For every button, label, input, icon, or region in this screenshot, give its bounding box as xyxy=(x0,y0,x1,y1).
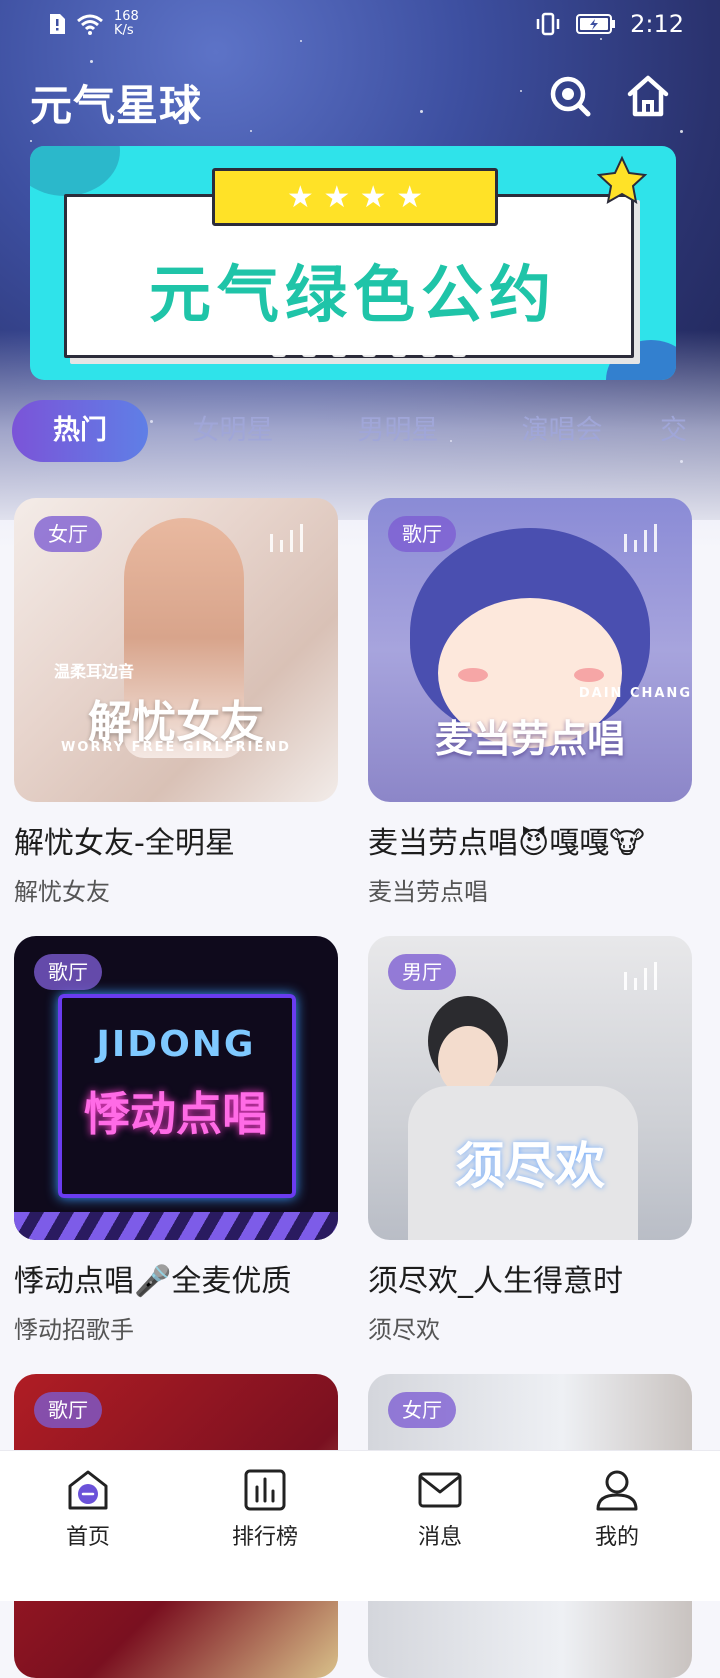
battery-icon xyxy=(576,14,616,34)
room-cover: 须尽欢 男厅 xyxy=(368,936,692,1240)
tab-female-star[interactable]: 女明星 xyxy=(148,400,318,462)
room-subtitle: 悸动招歌手 xyxy=(14,1316,134,1344)
room-type-badge: 男厅 xyxy=(388,954,456,990)
home-tab-icon xyxy=(68,1470,108,1510)
nav-ranking[interactable]: 排行榜 xyxy=(205,1467,325,1551)
room-title: 麦当劳点唱😈嘎嘎🐮 xyxy=(368,826,645,861)
profile-icon xyxy=(596,1470,638,1511)
room-cover: 温柔耳边音 解忧女友 WORRY FREE GIRLFRIEND 女厅 xyxy=(14,498,338,802)
status-bar: 168 K/s 2:12 xyxy=(0,0,720,48)
room-subtitle: 须尽欢 xyxy=(368,1316,440,1344)
room-type-badge: 女厅 xyxy=(388,1392,456,1428)
room-card[interactable]: JIDONG 悸动点唱 歌厅 悸动点唱🎤全麦优质 悸动招歌手 xyxy=(14,936,338,1345)
wifi-icon xyxy=(77,14,103,35)
clock: 2:12 xyxy=(630,10,684,38)
audio-bars-icon xyxy=(624,524,657,552)
home-icon[interactable] xyxy=(624,72,672,120)
nav-profile[interactable]: 我的 xyxy=(557,1467,677,1551)
sim-alert-icon xyxy=(50,14,65,34)
search-icon[interactable] xyxy=(546,72,594,120)
room-cover: DAIN CHANG 麦当劳点唱 歌厅 xyxy=(368,498,692,802)
ranking-icon xyxy=(244,1469,286,1511)
room-card[interactable]: DAIN CHANG 麦当劳点唱 歌厅 麦当劳点唱😈嘎嘎🐮 麦当劳点唱 xyxy=(368,498,692,907)
room-type-badge: 女厅 xyxy=(34,516,102,552)
message-icon xyxy=(418,1472,462,1508)
room-title: 悸动点唱🎤全麦优质 xyxy=(14,1264,292,1299)
tab-male-star[interactable]: 男明星 xyxy=(318,400,478,462)
audio-bars-icon xyxy=(624,962,657,990)
banner-text: 元气绿色公约 xyxy=(148,258,557,331)
room-type-badge: 歌厅 xyxy=(388,516,456,552)
room-type-badge: 歌厅 xyxy=(34,1392,102,1428)
banner-pager xyxy=(272,351,466,357)
star-icon xyxy=(596,155,648,204)
banner-ribbon: ★ ★ ★ ★ xyxy=(212,168,498,226)
nav-messages[interactable]: 消息 xyxy=(380,1467,500,1551)
room-title: 须尽欢_人生得意时 xyxy=(368,1264,623,1299)
bottom-nav: 首页 排行榜 消息 我的 xyxy=(0,1450,720,1601)
category-tabs: 热门 女明星 男明星 演唱会交 xyxy=(12,400,720,462)
network-speed: 168 K/s xyxy=(114,9,139,38)
room-subtitle: 麦当劳点唱 xyxy=(368,878,488,906)
app-title: 元气星球 xyxy=(30,81,203,130)
room-cover: JIDONG 悸动点唱 歌厅 xyxy=(14,936,338,1240)
room-subtitle: 解忧女友 xyxy=(14,878,110,906)
vibrate-icon xyxy=(536,12,560,36)
tab-concert[interactable]: 演唱会 xyxy=(478,400,646,462)
nav-home[interactable]: 首页 xyxy=(28,1467,148,1551)
room-type-badge: 歌厅 xyxy=(34,954,102,990)
room-card[interactable]: 须尽欢 男厅 须尽欢_人生得意时 须尽欢 xyxy=(368,936,692,1345)
tab-more[interactable]: 交 xyxy=(646,400,720,462)
tab-hot[interactable]: 热门 xyxy=(12,400,148,462)
audio-bars-icon xyxy=(270,524,303,552)
promo-banner[interactable]: ★ ★ ★ ★ 元气绿色公约 xyxy=(30,146,676,380)
room-card[interactable]: 温柔耳边音 解忧女友 WORRY FREE GIRLFRIEND 女厅 解忧女友… xyxy=(14,498,338,907)
room-title: 解忧女友-全明星 xyxy=(14,826,235,861)
